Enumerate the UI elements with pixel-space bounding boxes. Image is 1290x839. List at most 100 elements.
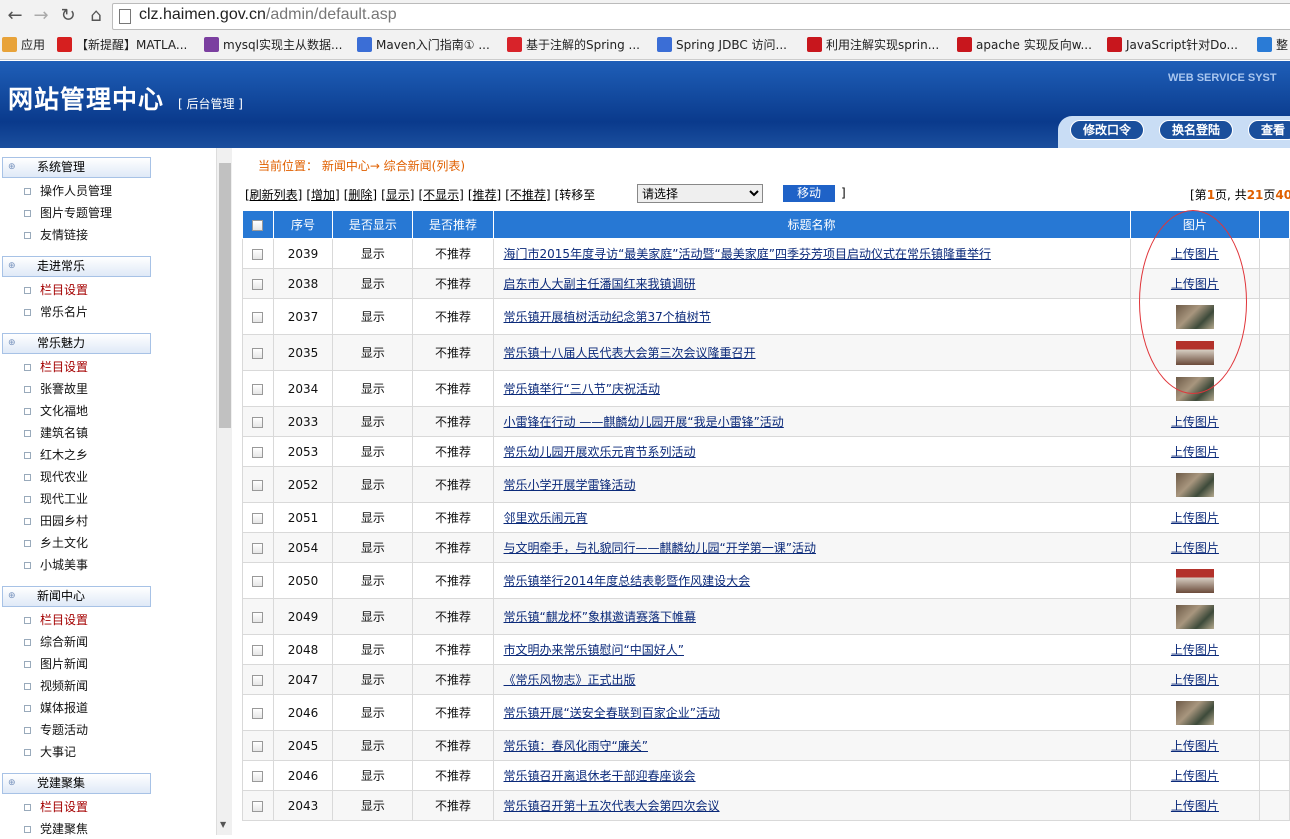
back-arrow-icon[interactable]: ← [2, 3, 28, 29]
row-recommend-status[interactable]: 不推荐 [412, 334, 494, 371]
row-title-link[interactable]: 《常乐风物志》正式出版 [504, 673, 636, 687]
toolbar-link[interactable]: [推荐] [468, 188, 501, 202]
sidebar-item[interactable]: 田园乡村 [22, 511, 88, 531]
bookmark-item[interactable]: apache 实现反向w... [957, 33, 1092, 57]
row-select-cell[interactable] [242, 694, 274, 731]
sidebar-item[interactable]: 栏目设置 [22, 797, 88, 817]
row-select-cell[interactable] [242, 370, 274, 407]
move-button[interactable]: 移动 [783, 185, 835, 202]
sidebar-item[interactable]: 图片新闻 [22, 654, 88, 674]
sidebar-item[interactable]: 文化福地 [22, 401, 88, 421]
row-select-cell[interactable] [242, 730, 274, 761]
bookmark-item[interactable]: 利用注解实现sprin... [807, 33, 939, 57]
sidebar-item[interactable]: 建筑名镇 [22, 423, 88, 443]
sidebar-item[interactable]: 图片专题管理 [22, 203, 112, 223]
sidebar-item[interactable]: 专题活动 [22, 720, 88, 740]
row-title-link[interactable]: 与文明牵手，与礼貌同行——麒麟幼儿园“开学第一课”活动 [504, 541, 816, 555]
row-show-status[interactable]: 显示 [332, 694, 414, 731]
row-title-link[interactable]: 常乐镇召开离退休老干部迎春座谈会 [504, 769, 696, 783]
row-select-cell[interactable] [242, 298, 274, 335]
news-thumbnail-image[interactable] [1175, 568, 1214, 593]
row-recommend-status[interactable]: 不推荐 [412, 502, 494, 533]
row-checkbox[interactable] [252, 383, 264, 395]
row-show-status[interactable]: 显示 [332, 502, 414, 533]
address-bar[interactable]: clz.haimen.gov.cn/admin/default.asp [112, 3, 1290, 30]
upload-image-link[interactable]: 上传图片 [1171, 769, 1219, 783]
sidebar-item[interactable]: 操作人员管理 [22, 181, 112, 201]
news-thumbnail-image[interactable] [1175, 604, 1214, 629]
sidebar-group-header[interactable]: 党建聚集 [2, 773, 151, 794]
row-title-link[interactable]: 小雷锋在行动 ——麒麟幼儿园开展“我是小雷锋”活动 [504, 415, 784, 429]
news-thumbnail-image[interactable] [1175, 472, 1214, 497]
row-recommend-status[interactable]: 不推荐 [412, 634, 494, 665]
row-recommend-status[interactable]: 不推荐 [412, 532, 494, 563]
row-checkbox[interactable] [252, 542, 264, 554]
upload-image-link[interactable]: 上传图片 [1171, 673, 1219, 687]
sidebar-item[interactable]: 党建聚焦 [22, 819, 88, 839]
reload-icon[interactable]: ↻ [55, 3, 81, 29]
sidebar-group-header[interactable]: 常乐魅力 [2, 333, 151, 354]
news-thumbnail-image[interactable] [1175, 700, 1214, 725]
row-checkbox[interactable] [252, 575, 264, 587]
sidebar-item[interactable]: 现代工业 [22, 489, 88, 509]
row-title-link[interactable]: 常乐镇十八届人民代表大会第三次会议隆重召开 [504, 346, 756, 360]
row-recommend-status[interactable]: 不推荐 [412, 466, 494, 503]
upload-image-link[interactable]: 上传图片 [1171, 643, 1219, 657]
row-title-link[interactable]: 常乐镇“麒龙杯”象棋邀请赛落下帷幕 [504, 610, 696, 624]
toolbar-link[interactable]: [不显示] [419, 188, 464, 202]
row-checkbox[interactable] [252, 479, 264, 491]
row-title-link[interactable]: 常乐镇：春风化雨守“廉关” [504, 739, 648, 753]
row-checkbox[interactable] [252, 248, 264, 260]
row-show-status[interactable]: 显示 [332, 436, 414, 467]
row-title-link[interactable]: 市文明办来常乐镇慰问“中国好人” [504, 643, 684, 657]
toolbar-link[interactable]: [显示] [381, 188, 414, 202]
upload-image-link[interactable]: 上传图片 [1171, 739, 1219, 753]
bookmark-item[interactable]: 基于注解的Spring ... [507, 33, 640, 57]
upload-image-link[interactable]: 上传图片 [1171, 415, 1219, 429]
sidebar-item[interactable]: 大事记 [22, 742, 76, 762]
row-title-link[interactable]: 启东市人大副主任潘国红来我镇调研 [504, 277, 696, 291]
row-title-link[interactable]: 常乐镇举行“三八节”庆祝活动 [504, 382, 660, 396]
upload-image-link[interactable]: 上传图片 [1171, 445, 1219, 459]
row-recommend-status[interactable]: 不推荐 [412, 694, 494, 731]
row-title-link[interactable]: 常乐小学开展学雷锋活动 [504, 478, 636, 492]
row-select-cell[interactable] [242, 268, 274, 299]
sidebar-item[interactable]: 栏目设置 [22, 610, 88, 630]
toolbar-link[interactable]: [删除] [344, 188, 377, 202]
row-show-status[interactable]: 显示 [332, 634, 414, 665]
row-select-cell[interactable] [242, 634, 274, 665]
select-all-header[interactable] [242, 210, 274, 239]
sidebar-group-header[interactable]: 走进常乐 [2, 256, 151, 277]
bookmark-item[interactable]: 整 [1257, 33, 1288, 57]
sidebar-scrollbar[interactable]: ▼ [216, 148, 232, 835]
row-recommend-status[interactable]: 不推荐 [412, 436, 494, 467]
row-recommend-status[interactable]: 不推荐 [412, 790, 494, 821]
home-icon[interactable]: ⌂ [83, 3, 109, 29]
sidebar-group-header[interactable]: 系统管理 [2, 157, 151, 178]
row-title-link[interactable]: 常乐幼儿园开展欢乐元宵节系列活动 [504, 445, 696, 459]
row-title-link[interactable]: 海门市2015年度寻访“最美家庭”活动暨“最美家庭”四季芬芳项目启动仪式在常乐镇… [504, 247, 991, 261]
row-recommend-status[interactable]: 不推荐 [412, 730, 494, 761]
toolbar-link[interactable]: [刷新列表] [245, 188, 302, 202]
row-title-link[interactable]: 邻里欢乐闹元宵 [504, 511, 588, 525]
row-select-cell[interactable] [242, 334, 274, 371]
row-select-cell[interactable] [242, 598, 274, 635]
row-show-status[interactable]: 显示 [332, 598, 414, 635]
sidebar-item[interactable]: 红木之乡 [22, 445, 88, 465]
row-select-cell[interactable] [242, 238, 274, 269]
bookmark-item[interactable]: mysql实现主从数据... [204, 33, 342, 57]
row-checkbox[interactable] [252, 446, 264, 458]
row-checkbox[interactable] [252, 740, 264, 752]
bookmark-item[interactable]: Maven入门指南① ... [357, 33, 490, 57]
row-select-cell[interactable] [242, 532, 274, 563]
sidebar-item[interactable]: 现代农业 [22, 467, 88, 487]
view-button[interactable]: 查看 [1248, 120, 1290, 140]
row-select-cell[interactable] [242, 406, 274, 437]
row-show-status[interactable]: 显示 [332, 370, 414, 407]
sidebar-item[interactable]: 综合新闻 [22, 632, 88, 652]
row-show-status[interactable]: 显示 [332, 406, 414, 437]
row-select-cell[interactable] [242, 436, 274, 467]
upload-image-link[interactable]: 上传图片 [1171, 511, 1219, 525]
row-checkbox[interactable] [252, 512, 264, 524]
sidebar-item[interactable]: 栏目设置 [22, 280, 88, 300]
